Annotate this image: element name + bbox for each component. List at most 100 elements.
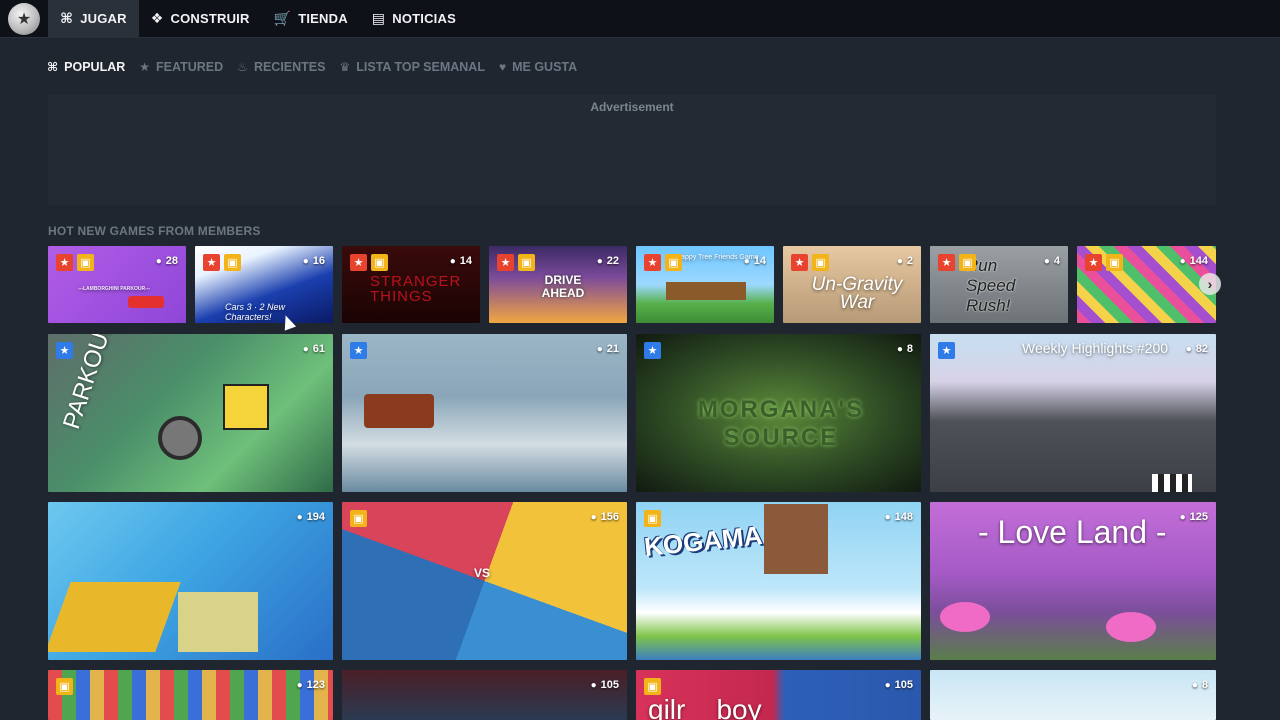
game-card[interactable]: ★ ● 61 PARKOUR <box>48 334 333 492</box>
game-card[interactable]: ● 105 <box>342 670 627 720</box>
game-card-small[interactable]: ★ ▣ ● 28 ---LAMBORGHINI PARKOUR--- <box>48 246 186 323</box>
tab-recientes[interactable]: ♨ RECIENTES <box>237 60 325 74</box>
featured-star-icon: ★ <box>56 342 73 359</box>
wheel-shape <box>158 416 202 460</box>
kogama-logo[interactable]: ★ <box>0 0 48 38</box>
gift-icon: ▣ <box>644 678 661 695</box>
cart-icon: 🛒 <box>273 10 292 26</box>
tab-featured[interactable]: ★ FEATURED <box>139 60 223 74</box>
player-icon: ● <box>884 511 891 523</box>
card-title: VS <box>474 566 491 580</box>
advertisement-label: Advertisement <box>590 100 674 114</box>
player-count: 148 <box>894 511 913 523</box>
tab-label: ME GUSTA <box>512 60 578 74</box>
player-count: 2 <box>906 255 913 267</box>
game-card[interactable]: ● 8 <box>930 670 1216 720</box>
game-card-small[interactable]: ★ ▣ ● 4 Run Speed Rush! <box>930 246 1068 323</box>
top-navbar: ★ ⌘ JUGAR ❖ CONSTRUIR 🛒 TIENDA ▤ NOTICIA… <box>0 0 1280 38</box>
wooden-house-shape <box>666 282 746 300</box>
yellow-castle-shape <box>48 582 181 652</box>
steve-head-shape <box>764 504 828 574</box>
card-title: Run Speed Rush! <box>966 256 1016 315</box>
player-count: 8 <box>1201 679 1208 691</box>
gift-icon: ▣ <box>77 254 94 271</box>
section-title: HOT NEW GAMES FROM MEMBERS <box>48 224 261 238</box>
player-icon: ● <box>296 679 303 691</box>
game-card-small[interactable]: ★ ▣ ● 14 Happy Tree Friends Game <box>636 246 774 323</box>
player-count: 61 <box>312 343 325 355</box>
game-card[interactable]: ▣ ● 105 gilr boy <box>636 670 921 720</box>
nav-label: NOTICIAS <box>392 11 456 26</box>
player-icon: ● <box>302 343 309 355</box>
game-card-small[interactable]: ★ ▣ ● 22 DRIVE AHEAD <box>489 246 627 323</box>
game-card[interactable]: ★ ● 8 MORGANA'S SOURCE <box>636 334 921 492</box>
car-shape <box>128 296 164 308</box>
player-count: 14 <box>459 255 472 267</box>
game-filter-tabs: ⌘ POPULAR ★ FEATURED ♨ RECIENTES ♛ LISTA… <box>47 56 577 78</box>
player-icon: ● <box>449 255 456 267</box>
player-icon: ● <box>896 343 903 355</box>
player-icon: ● <box>596 255 603 267</box>
player-count: 194 <box>306 511 325 523</box>
game-card[interactable]: ★ ● 82 Weekly Highlights #200 <box>930 334 1216 492</box>
carousel-next-button[interactable]: › <box>1199 273 1221 295</box>
player-icon: ● <box>1185 343 1192 355</box>
gift-icon: ▣ <box>644 510 661 527</box>
featured-star-icon: ★ <box>644 254 661 271</box>
player-icon: ● <box>302 255 309 267</box>
player-icon: ● <box>1043 255 1050 267</box>
finish-line-shape <box>1152 474 1192 492</box>
card-title: DRIVE AHEAD <box>541 273 585 300</box>
tab-lista-top-semanal[interactable]: ♛ LISTA TOP SEMANAL <box>339 60 484 74</box>
game-card[interactable]: ▣ ● 148 KOGAMA <box>636 502 921 660</box>
game-card-small[interactable]: ★ ▣ ● 144 <box>1077 246 1216 323</box>
featured-star-icon: ★ <box>938 254 955 271</box>
game-card[interactable]: ▣ ● 123 <box>48 670 333 720</box>
featured-star-icon: ★ <box>56 254 73 271</box>
star-icon: ★ <box>139 60 151 74</box>
player-count: 144 <box>1189 255 1208 267</box>
game-card[interactable]: ▣ ● 156 VS <box>342 502 627 660</box>
card-title: Cars 3 · 2 New Characters! <box>225 302 286 322</box>
nav-construir[interactable]: ❖ CONSTRUIR <box>139 0 262 38</box>
player-icon: ● <box>590 511 597 523</box>
card-title: - Love Land - <box>978 514 1167 550</box>
gift-icon: ▣ <box>812 254 829 271</box>
gift-icon: ▣ <box>224 254 241 271</box>
gift-icon: ▣ <box>350 510 367 527</box>
gift-icon: ▣ <box>518 254 535 271</box>
featured-star-icon: ★ <box>350 342 367 359</box>
card-title: Un-Gravity War <box>811 274 903 313</box>
player-count: 14 <box>753 255 766 267</box>
player-icon: ● <box>296 511 303 523</box>
blocky-character <box>223 384 269 430</box>
player-icon: ● <box>155 255 162 267</box>
pink-tree-shape <box>940 602 990 632</box>
game-card[interactable]: ★ ● 21 <box>342 334 627 492</box>
tab-popular[interactable]: ⌘ POPULAR <box>47 60 125 74</box>
player-count: 105 <box>894 679 913 691</box>
heart-icon: ♥ <box>498 60 507 74</box>
nav-jugar[interactable]: ⌘ JUGAR <box>48 0 139 38</box>
nav-noticias[interactable]: ▤ NOTICIAS <box>360 0 468 38</box>
player-icon: ● <box>590 679 597 691</box>
player-icon: ● <box>596 343 603 355</box>
game-card-small[interactable]: ★ ▣ ● 16 Cars 3 · 2 New Characters! <box>195 246 333 323</box>
tab-me-gusta[interactable]: ♥ ME GUSTA <box>499 60 577 74</box>
featured-star-icon: ★ <box>1085 254 1102 271</box>
gift-icon: ▣ <box>371 254 388 271</box>
gamepad-icon: ⌘ <box>60 10 74 26</box>
player-icon: ● <box>896 255 903 267</box>
game-card-small[interactable]: ★ ▣ ● 2 Un-Gravity War <box>783 246 921 323</box>
sleigh-shape <box>364 394 434 428</box>
game-card-small[interactable]: ★ ▣ ● 14 STRANGER THINGS <box>342 246 480 323</box>
featured-star-icon: ★ <box>497 254 514 271</box>
cubes-icon: ❖ <box>150 10 164 26</box>
player-count: 8 <box>906 343 913 355</box>
tab-label: RECIENTES <box>253 60 326 74</box>
game-card[interactable]: ● 194 <box>48 502 333 660</box>
nav-tienda[interactable]: 🛒 TIENDA <box>262 0 360 38</box>
player-icon: ● <box>1179 511 1186 523</box>
nav-label: TIENDA <box>298 11 348 26</box>
game-card[interactable]: ● 125 - Love Land - <box>930 502 1216 660</box>
